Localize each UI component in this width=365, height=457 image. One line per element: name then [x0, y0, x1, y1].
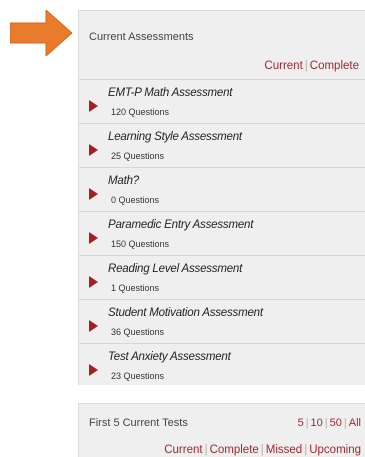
- panel-title: First 5 Current Tests: [89, 417, 188, 429]
- separator: |: [305, 417, 309, 429]
- filter-current-link[interactable]: Current: [164, 444, 202, 456]
- play-icon[interactable]: [89, 100, 98, 112]
- test-filters: Current | Complete | Missed | Upcoming: [164, 444, 361, 456]
- question-count: 120 Questions: [111, 107, 170, 117]
- play-icon[interactable]: [89, 320, 98, 332]
- question-count: 36 Questions: [111, 327, 165, 337]
- list-item[interactable]: Math? 0 Questions: [79, 167, 365, 211]
- assessment-name[interactable]: Learning Style Assessment: [108, 131, 242, 143]
- separator: |: [304, 60, 308, 72]
- question-count: 23 Questions: [111, 371, 165, 381]
- assessment-name[interactable]: Paramedic Entry Assessment: [108, 219, 253, 231]
- page-size-all-link[interactable]: All: [349, 417, 361, 429]
- play-icon[interactable]: [89, 144, 98, 156]
- assessment-name[interactable]: Reading Level Assessment: [108, 263, 242, 275]
- separator: |: [204, 444, 208, 456]
- play-icon[interactable]: [89, 276, 98, 288]
- filter-complete-link[interactable]: Complete: [310, 60, 359, 72]
- list-item[interactable]: Learning Style Assessment 25 Questions: [79, 123, 365, 167]
- question-count: 0 Questions: [111, 195, 160, 205]
- filter-current-link[interactable]: Current: [264, 60, 302, 72]
- current-tests-panel: First 5 Current Tests 5 | 10 | 50 | All Curren…: [78, 403, 365, 457]
- assessment-name[interactable]: Student Motivation Assessment: [108, 307, 263, 319]
- assessment-list: EMT-P Math Assessment 120 Questions Lear…: [79, 79, 365, 387]
- filter-upcoming-link[interactable]: Upcoming: [309, 444, 361, 456]
- assessment-name[interactable]: EMT-P Math Assessment: [108, 87, 232, 99]
- play-icon[interactable]: [89, 364, 98, 376]
- question-count: 25 Questions: [111, 151, 165, 161]
- separator: |: [343, 417, 347, 429]
- current-assessments-panel: Current Assessments Current | Complete EMT…: [78, 10, 365, 385]
- filter-complete-link[interactable]: Complete: [210, 444, 259, 456]
- separator: |: [324, 417, 328, 429]
- list-item[interactable]: Reading Level Assessment 1 Questions: [79, 255, 365, 299]
- page-size-selector: 5 | 10 | 50 | All: [298, 417, 361, 429]
- panel-title: Current Assessments: [89, 31, 194, 43]
- filter-missed-link[interactable]: Missed: [266, 444, 302, 456]
- question-count: 1 Questions: [111, 283, 160, 293]
- play-icon[interactable]: [89, 188, 98, 200]
- assessment-name[interactable]: Test Anxiety Assessment: [108, 351, 231, 363]
- list-item[interactable]: Test Anxiety Assessment 23 Questions: [79, 343, 365, 387]
- list-item[interactable]: Student Motivation Assessment 36 Questio…: [79, 299, 365, 343]
- separator: |: [260, 444, 264, 456]
- list-item[interactable]: Paramedic Entry Assessment 150 Questions: [79, 211, 365, 255]
- page-size-50-link[interactable]: 50: [330, 417, 342, 429]
- list-item[interactable]: EMT-P Math Assessment 120 Questions: [79, 79, 365, 123]
- page-size-5-link[interactable]: 5: [298, 417, 304, 429]
- page-size-10-link[interactable]: 10: [311, 417, 323, 429]
- play-icon[interactable]: [89, 232, 98, 244]
- assessment-filters: Current | Complete: [264, 60, 359, 72]
- assessment-name[interactable]: Math?: [108, 175, 139, 187]
- arrow-right-icon: [10, 10, 72, 56]
- question-count: 150 Questions: [111, 239, 170, 249]
